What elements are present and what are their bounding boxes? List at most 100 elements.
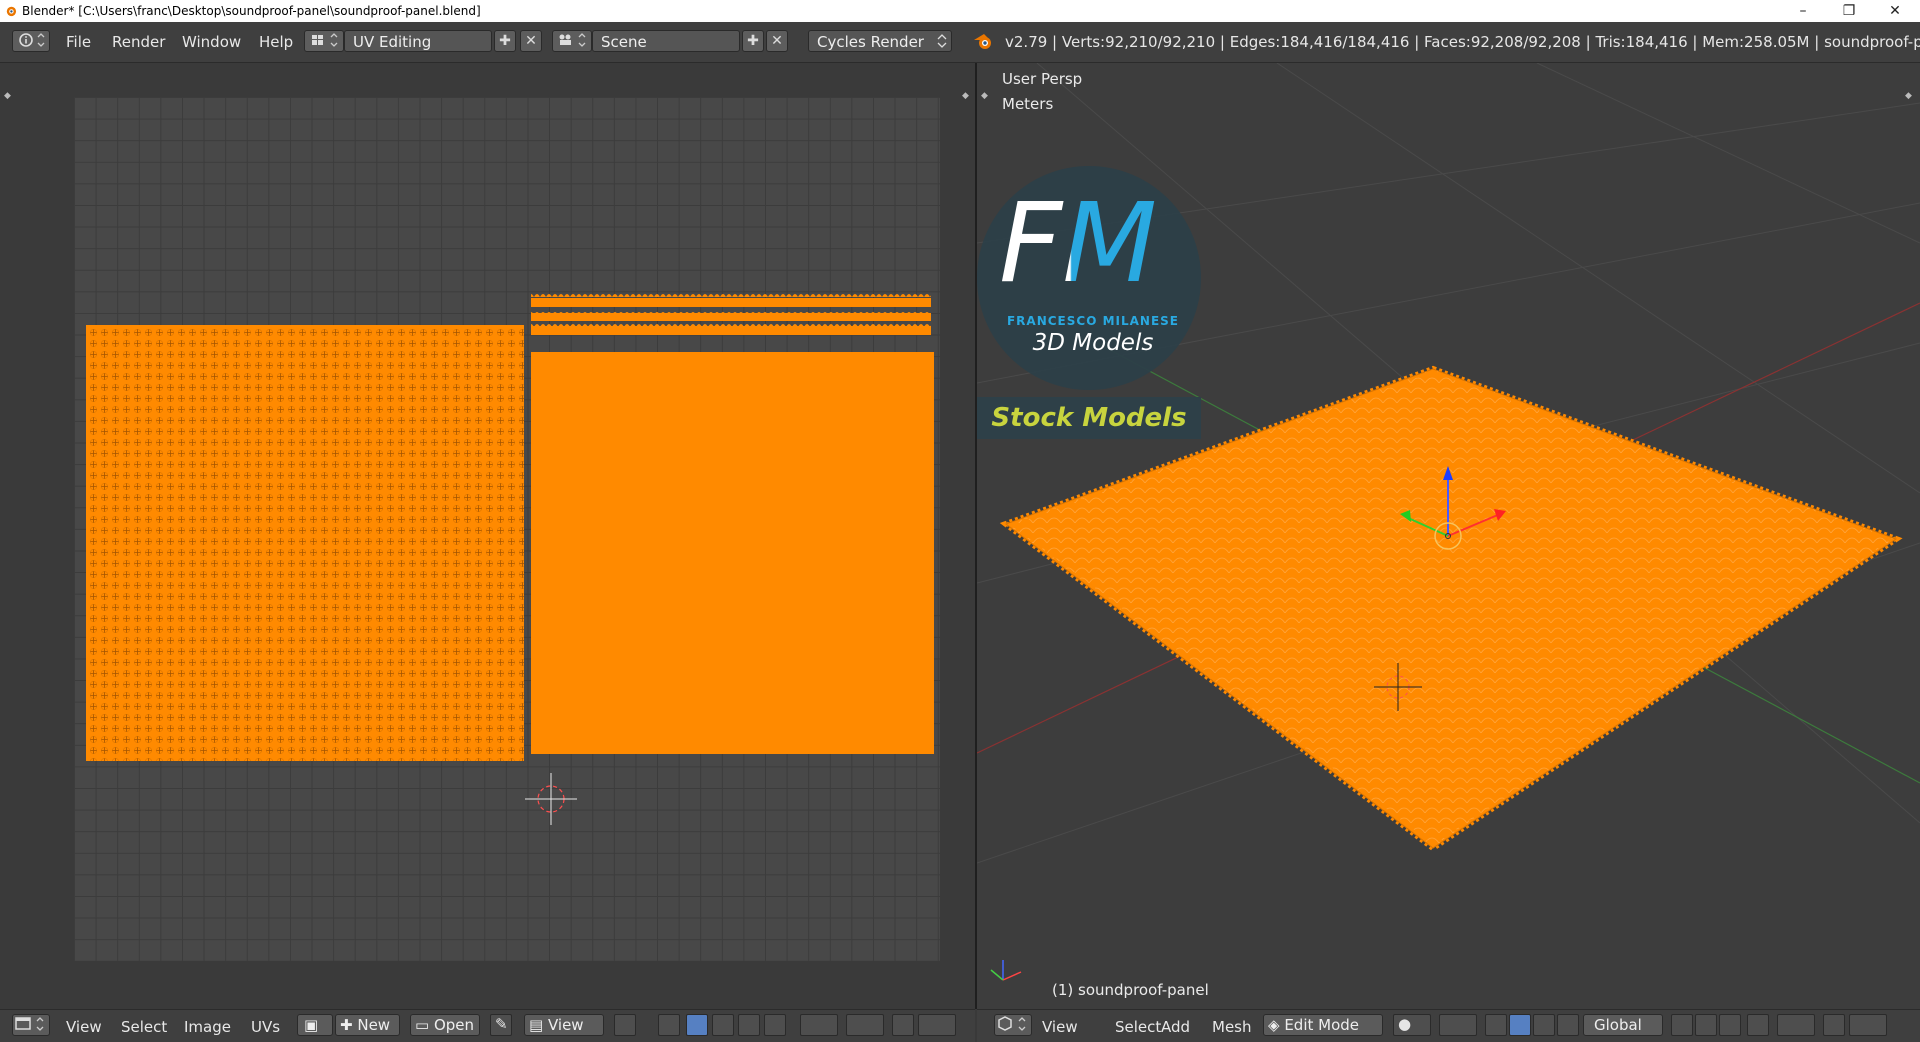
scale-manipulator-button[interactable] [1557,1014,1579,1036]
proportional-edit-3d-button[interactable] [1777,1014,1815,1036]
restore-button[interactable]: ❐ [1826,0,1872,22]
translate-manipulator-button[interactable] [1509,1014,1531,1036]
manipulator-toggle-button[interactable] [1485,1014,1507,1036]
face-select-button[interactable] [738,1014,760,1036]
vertex-select-mode-button[interactable] [1671,1014,1693,1036]
uv-editor-header: View Select Image UVs ▣ ✚ New ▭ Open ✎ ▤… [0,1009,975,1042]
3d-view-header: View Select Add Mesh ◈ Edit Mode ● Globa… [977,1009,1920,1042]
uv-menu-view[interactable]: View [66,1018,102,1036]
close-button[interactable]: ✕ [1872,0,1918,22]
pivot-button[interactable] [614,1014,636,1036]
uv-island-top-strip-3 [531,326,931,335]
editor-type-info-button[interactable] [12,30,50,52]
view-icon: ▤ [529,1016,544,1034]
window-title-bar: Blender* [C:\Users\franc\Desktop\soundpr… [0,0,1920,22]
limit-selection-button[interactable] [1747,1014,1769,1036]
add-scene-button[interactable]: ✚ [742,30,764,52]
new-image-label: New [357,1016,391,1034]
view3d-menu-add[interactable]: Add [1161,1018,1190,1036]
remove-screen-button[interactable]: ✕ [520,30,542,52]
editor-type-button[interactable] [12,1014,50,1036]
view3d-menu-select[interactable]: Select [1115,1018,1161,1036]
render-engine-dropdown[interactable]: Cycles Render [808,30,952,52]
uv-island-grid [86,325,524,761]
folder-icon: ▭ [415,1016,430,1034]
plus-icon: ✚ [499,33,511,49]
menu-window[interactable]: Window [182,33,241,51]
snap-target-button[interactable] [918,1014,956,1036]
interaction-mode-dropdown[interactable]: ◈ Edit Mode [1263,1014,1383,1036]
vertex-select-button[interactable] [686,1014,708,1036]
plus-icon: ✚ [340,1016,353,1034]
sticky-mode-button[interactable] [800,1014,838,1036]
uv-islands [86,293,934,825]
open-image-label: Open [433,1016,475,1034]
menu-render[interactable]: Render [112,33,165,51]
2d-cursor-icon[interactable] [525,773,577,825]
scene-name-field[interactable]: Scene [592,30,740,52]
image-icon: ▣ [304,1016,319,1034]
proportional-edit-button[interactable] [846,1014,884,1036]
pivot-point-button[interactable] [1439,1014,1477,1036]
active-object-label: (1) soundproof-panel [1052,981,1209,999]
scene-statistics: v2.79 | Verts:92,210/92,210 | Edges:184,… [1005,33,1920,51]
island-select-button[interactable] [764,1014,786,1036]
view-mode-dropdown[interactable]: ▤ View [524,1014,604,1036]
toolshelf-toggle-icon[interactable]: ◆ [4,91,11,101]
remove-scene-button[interactable]: ✕ [766,30,788,52]
logo-subtitle: 3D Models [1032,330,1154,356]
render-engine-label: Cycles Render [817,33,924,51]
uv-menu-image[interactable]: Image [184,1018,231,1036]
minimize-button[interactable]: – [1780,0,1826,22]
solid-sphere-icon: ● [1398,1015,1412,1033]
logo-name: FRANCESCO MILANESE [1006,314,1180,328]
open-image-button[interactable]: ▭ Open [410,1014,480,1036]
uv-island-top-strip-wave-1 [531,293,931,299]
snap-element-button[interactable] [1849,1014,1887,1036]
new-image-button[interactable]: ✚ New [335,1014,400,1036]
uv-island-top-strip-wave-2 [531,309,931,314]
edge-select-button[interactable] [712,1014,734,1036]
logo-initials: FM [999,188,1157,298]
properties-toggle-icon[interactable]: ◆ [1905,91,1912,101]
properties-toggle-icon[interactable]: ◆ [962,91,969,101]
transform-orientation-dropdown[interactable]: Global [1583,1014,1663,1036]
plus-icon: ✚ [747,33,759,49]
menu-file[interactable]: File [66,33,91,51]
snap-button[interactable] [892,1014,914,1036]
uv-menu-select[interactable]: Select [121,1018,167,1036]
axis-gizmo-icon [990,960,1022,981]
blender-logo-icon [974,34,991,49]
logo-banner: Stock Models [977,397,1201,439]
info-icon [19,33,45,47]
uv-image-editor[interactable]: ◆ ◆ [0,63,975,1009]
view3d-menu-mesh[interactable]: Mesh [1212,1018,1252,1036]
uv-island-solid [531,352,934,754]
logo-initials-text: FM [999,179,1158,307]
screen-layout-selector[interactable] [304,30,344,52]
edge-select-mode-button[interactable] [1695,1014,1717,1036]
toolshelf-toggle-icon[interactable]: ◆ [981,91,988,101]
view3d-menu-view[interactable]: View [1042,1018,1078,1036]
pin-icon: ✎ [495,1015,508,1033]
pin-image-button[interactable]: ✎ [490,1014,512,1036]
screen-layout-field[interactable]: UV Editing [344,30,492,52]
add-screen-button[interactable]: ✚ [494,30,516,52]
sync-selection-button[interactable] [658,1014,680,1036]
scene-selector[interactable] [552,30,592,52]
fm-logo-watermark: FM FRANCESCO MILANESE 3D Models Stock Mo… [977,166,1207,496]
transform-orientation-label: Global [1594,1016,1642,1034]
face-select-mode-button[interactable] [1719,1014,1741,1036]
layout-grid-icon [312,33,338,47]
editor-type-3d-button[interactable] [994,1014,1032,1036]
uv-island-top-strip-wave-3 [531,322,931,327]
image-browse-button[interactable]: ▣ [297,1014,333,1036]
window-title: Blender* [C:\Users\franc\Desktop\soundpr… [22,4,481,18]
menu-help[interactable]: Help [259,33,293,51]
3d-viewport[interactable]: User Persp Meters (1) soundproof-panel ◆… [977,63,1920,1009]
rotate-manipulator-button[interactable] [1533,1014,1555,1036]
snap-3d-button[interactable] [1823,1014,1845,1036]
uv-menu-uvs[interactable]: UVs [251,1018,280,1036]
info-header: File Render Window Help UV Editing ✚ ✕ S… [0,22,1920,63]
viewport-shading-button[interactable]: ● [1393,1014,1431,1036]
